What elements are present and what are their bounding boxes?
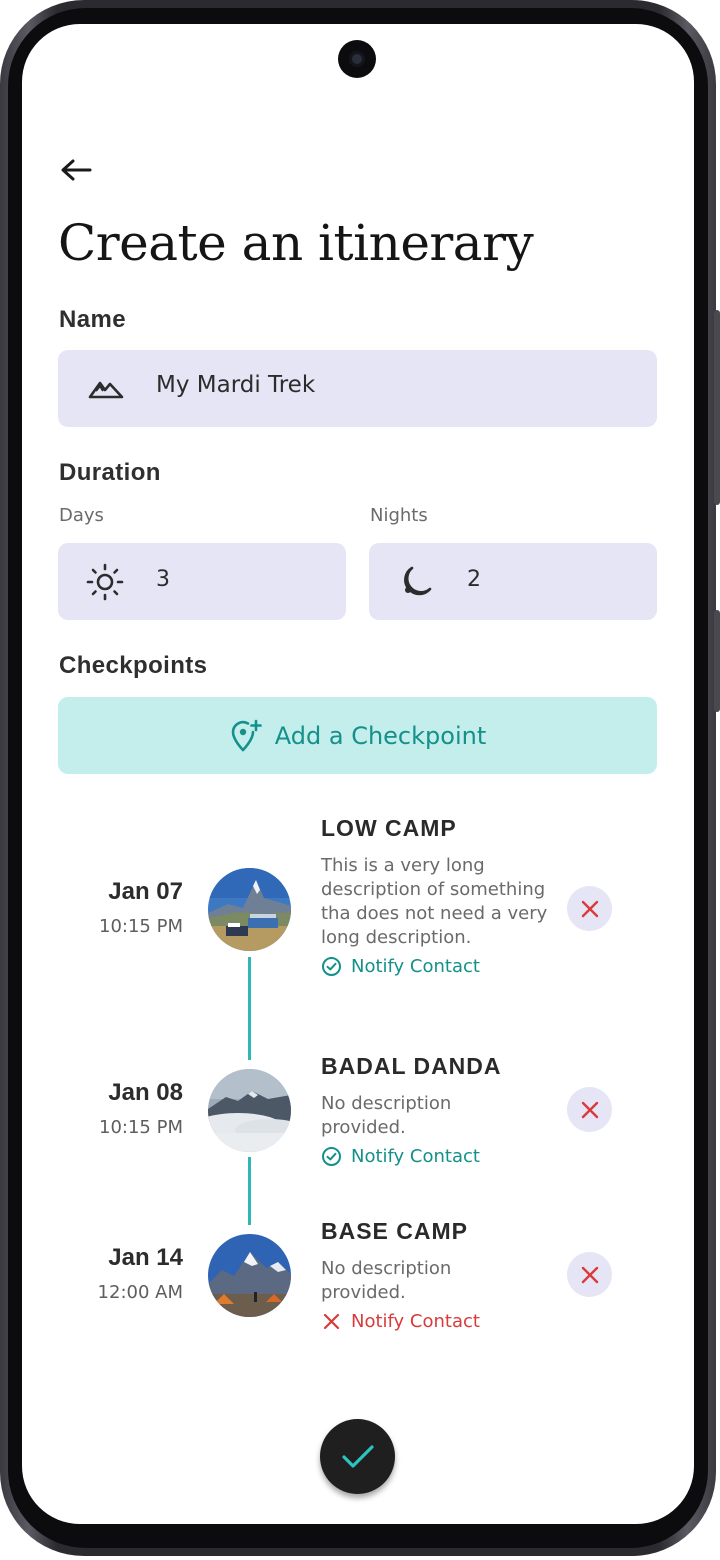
notify-contact-label: Notify Contact: [351, 1311, 480, 1332]
checkpoint-info: LOW CAMP This is a very long description…: [321, 815, 551, 977]
notify-contact-status[interactable]: Notify Contact: [321, 956, 551, 977]
days-value: 3: [156, 567, 170, 592]
checkpoint-date: Jan 08: [108, 1079, 183, 1106]
nights-label: Nights: [370, 505, 428, 526]
check-circle-icon: [322, 957, 341, 976]
name-value: My Mardi Trek: [156, 372, 316, 398]
add-checkpoint-button[interactable]: Add a Checkpoint: [58, 697, 657, 774]
volume-button: [714, 310, 720, 505]
checkpoint-info: BADAL DANDA No description provided. Not…: [321, 1053, 551, 1167]
checkpoint-photo[interactable]: [208, 1234, 291, 1317]
mountain-icon: [88, 372, 124, 402]
checkpoint-info: BASE CAMP No description provided. Notif…: [321, 1218, 551, 1332]
checkpoint-date-block: Jan 08 10:15 PM: [43, 1079, 183, 1138]
name-field[interactable]: My Mardi Trek: [58, 350, 657, 427]
notify-contact-label: Notify Contact: [351, 956, 480, 977]
days-label: Days: [59, 505, 104, 526]
moon-icon: [397, 563, 435, 601]
close-icon: [323, 1313, 340, 1330]
remove-checkpoint-button[interactable]: [567, 1252, 612, 1297]
days-field[interactable]: 3: [58, 543, 346, 620]
checkpoint-title: BASE CAMP: [321, 1218, 469, 1244]
remove-checkpoint-button[interactable]: [567, 886, 612, 931]
sun-icon: [86, 563, 124, 601]
nights-value: 2: [467, 567, 481, 592]
checkpoint-time: 12:00 AM: [97, 1282, 183, 1303]
arrow-left-icon: [61, 159, 92, 181]
check-icon: [341, 1444, 374, 1468]
checkpoint-time: 10:15 PM: [99, 1117, 183, 1138]
back-button[interactable]: [56, 150, 96, 190]
save-itinerary-button[interactable]: [320, 1419, 395, 1494]
checkpoint-description: This is a very long description of somet…: [321, 855, 548, 948]
location-pin-plus-icon: [231, 719, 262, 751]
checkpoint-date: Jan 07: [108, 878, 183, 905]
checkpoint-description: No description provided.: [321, 1258, 452, 1303]
remove-checkpoint-button[interactable]: [567, 1087, 612, 1132]
page-title: Create an itinerary: [58, 214, 534, 272]
close-icon: [581, 900, 598, 917]
checkpoint-date-block: Jan 07 10:15 PM: [43, 878, 183, 937]
checkpoint-date-block: Jan 14 12:00 AM: [43, 1244, 183, 1303]
checkpoint-title: BADAL DANDA: [321, 1053, 502, 1079]
name-label: Name: [59, 306, 126, 333]
checkpoint-date: Jan 14: [108, 1244, 183, 1271]
duration-label: Duration: [59, 459, 161, 486]
close-icon: [581, 1101, 598, 1118]
close-icon: [581, 1266, 598, 1283]
checkpoint-time: 10:15 PM: [99, 916, 183, 937]
checkpoints-label: Checkpoints: [59, 652, 208, 679]
add-checkpoint-label: Add a Checkpoint: [274, 721, 487, 750]
notify-contact-status[interactable]: Notify Contact: [321, 1146, 551, 1167]
checkpoint-title: LOW CAMP: [321, 815, 457, 841]
timeline-connector: [248, 1157, 251, 1225]
notify-contact-label: Notify Contact: [351, 1146, 480, 1167]
notify-contact-status[interactable]: Notify Contact: [321, 1311, 551, 1332]
checkpoint-description: No description provided.: [321, 1093, 452, 1138]
front-camera: [338, 40, 376, 78]
power-button: [714, 610, 720, 712]
checkpoint-photo[interactable]: [208, 868, 291, 951]
checkpoint-photo[interactable]: [208, 1069, 291, 1152]
check-circle-icon: [322, 1147, 341, 1166]
timeline-connector: [248, 957, 251, 1060]
nights-field[interactable]: 2: [369, 543, 657, 620]
